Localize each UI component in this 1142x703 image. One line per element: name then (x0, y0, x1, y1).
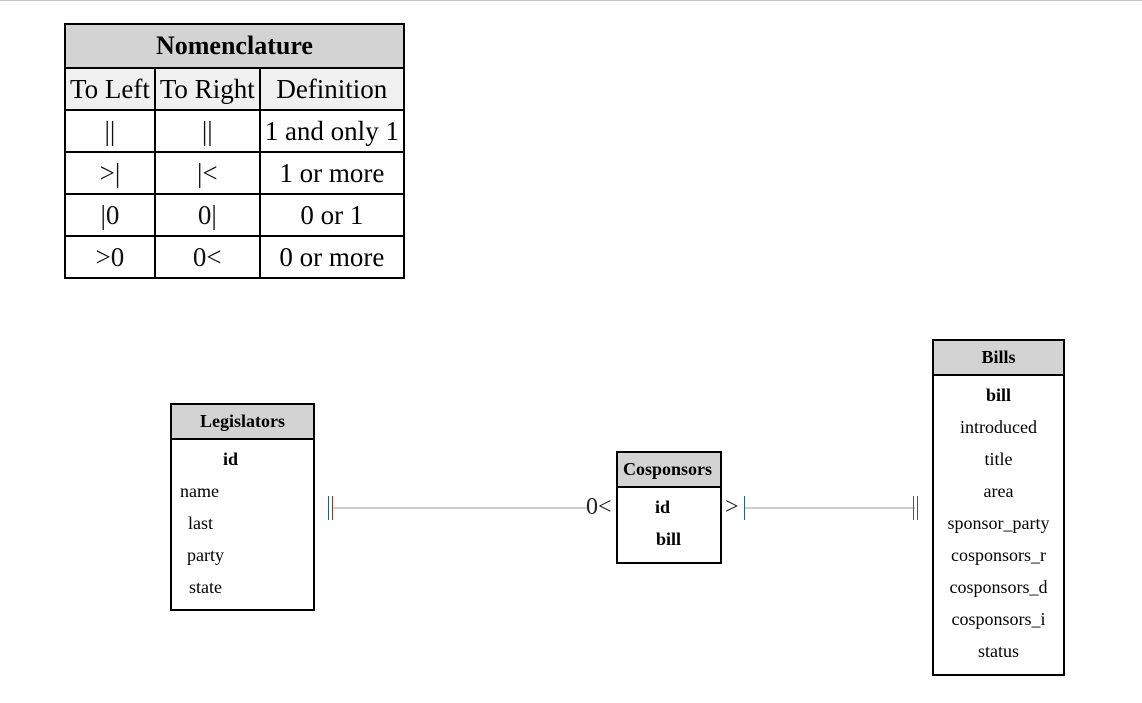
entity-bills[interactable]: Bills bill introduced title area sponsor… (932, 339, 1065, 676)
entity-title: Legislators (172, 405, 313, 440)
attribute-id: id (655, 497, 671, 517)
symbol-to-right: || (153, 109, 261, 153)
attribute-last: last (188, 513, 213, 533)
definition: 1 or more (258, 151, 405, 195)
attribute-bill: bill (656, 529, 682, 549)
table-row: >0 0< 0 or more (64, 235, 405, 279)
top-divider (0, 0, 1142, 1)
table-row: >| |< 1 or more (64, 151, 405, 195)
definition: 1 and only 1 (258, 109, 405, 153)
attribute-state: state (189, 577, 222, 597)
nomenclature-table: Nomenclature To Left To Right Definition… (64, 23, 405, 279)
table-row: |0 0| 0 or 1 (64, 193, 405, 237)
attribute-introduced: introduced (960, 417, 1037, 437)
attribute-title: title (984, 449, 1013, 469)
attribute-cosponsors-r: cosponsors_r (951, 545, 1046, 565)
attribute-cosponsors-d: cosponsors_d (949, 577, 1048, 597)
symbol-to-right: 0< (153, 235, 261, 279)
column-header-definition: Definition (258, 67, 405, 111)
cardinality-bar-icon (328, 496, 329, 520)
symbol-to-left: |0 (64, 193, 156, 237)
entity-title: Cosponsors (618, 453, 720, 488)
relationship-line-cosponsors-bills[interactable] (745, 507, 915, 509)
symbol-to-left: || (64, 109, 156, 153)
cardinality-bar-icon (332, 496, 333, 520)
attribute-name: name (180, 481, 219, 501)
attribute-sponsor-party: sponsor_party (947, 513, 1050, 533)
cardinality-zero-or-more-label: 0< (586, 494, 612, 520)
entity-cosponsors[interactable]: Cosponsors id bill (616, 451, 722, 564)
column-header-to-right: To Right (153, 67, 261, 111)
attribute-area: area (983, 481, 1014, 501)
nomenclature-title: Nomenclature (64, 23, 405, 69)
attribute-status: status (977, 641, 1019, 661)
table-row: || || 1 and only 1 (64, 109, 405, 153)
entity-legislators[interactable]: Legislators id name last party state (170, 403, 315, 611)
attribute-bill: bill (985, 385, 1011, 405)
column-header-to-left: To Left (64, 67, 156, 111)
cardinality-bar-icon (913, 496, 914, 520)
attribute-party: party (187, 545, 224, 565)
definition: 0 or 1 (258, 193, 405, 237)
entity-title: Bills (934, 341, 1063, 376)
symbol-to-right: 0| (153, 193, 261, 237)
definition: 0 or more (258, 235, 405, 279)
relationship-line-legislators-cosponsors[interactable] (333, 507, 588, 509)
attribute-cosponsors-i: cosponsors_i (951, 609, 1046, 629)
attribute-id: id (223, 449, 239, 469)
symbol-to-left: >| (64, 151, 156, 195)
cardinality-one-or-more-label: > (725, 494, 739, 520)
cardinality-bar-icon (917, 496, 918, 520)
symbol-to-right: |< (153, 151, 261, 195)
symbol-to-left: >0 (64, 235, 156, 279)
